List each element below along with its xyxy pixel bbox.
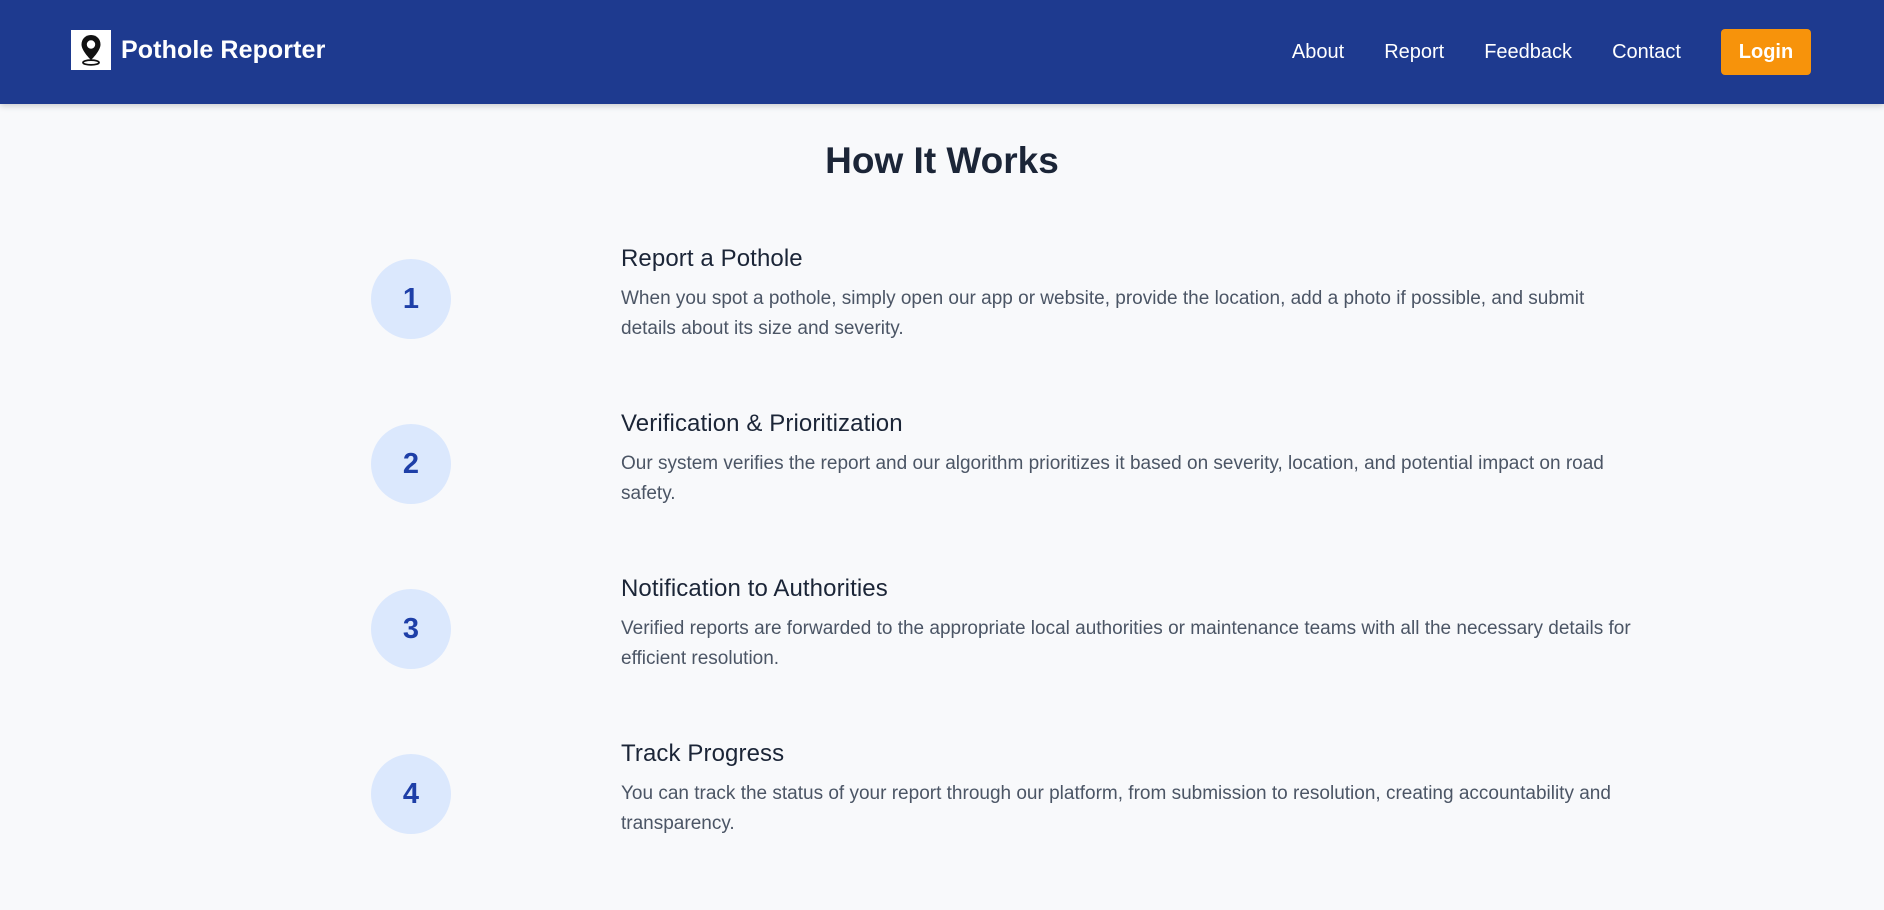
map-pin-icon: [71, 30, 111, 70]
nav-link-report[interactable]: Report: [1384, 41, 1444, 64]
step-item: 4 Track Progress You can track the statu…: [371, 739, 1641, 904]
brand-name: Pothole Reporter: [121, 35, 326, 64]
step-content: Track Progress You can track the status …: [621, 739, 1641, 839]
step-number-circle: 4: [371, 754, 451, 834]
step-number: 2: [402, 447, 420, 480]
step-title: Notification to Authorities: [621, 575, 888, 602]
step-description: Verified reports are forwarded to the ap…: [621, 618, 1631, 669]
steps-list: 1 Report a Pothole When you spot a potho…: [371, 244, 1641, 904]
step-item: 3 Notification to Authorities Verified r…: [371, 574, 1641, 739]
step-content: Report a Pothole When you spot a pothole…: [621, 244, 1641, 344]
step-content: Notification to Authorities Verified rep…: [621, 574, 1641, 674]
step-title: Track Progress: [621, 740, 785, 767]
nav-links: About Report Feedback Contact Login: [1292, 0, 1884, 104]
step-description: When you spot a pothole, simply open our…: [621, 288, 1585, 339]
step-item: 2 Verification & Prioritization Our syst…: [371, 409, 1641, 574]
login-button[interactable]: Login: [1721, 29, 1811, 75]
step-number: 4: [402, 777, 420, 810]
nav-link-about[interactable]: About: [1292, 41, 1344, 64]
step-title: Verification & Prioritization: [621, 410, 903, 437]
step-description: You can track the status of your report …: [621, 783, 1611, 834]
brand-link[interactable]: Pothole Reporter: [71, 30, 325, 70]
step-title: Report a Pothole: [621, 245, 803, 272]
section-title: How It Works: [825, 140, 1059, 181]
how-it-works-section: How It Works 1 Report a Pothole When you…: [0, 104, 1884, 910]
step-number-circle: 2: [371, 424, 451, 504]
step-number: 1: [402, 282, 420, 315]
step-number: 3: [402, 612, 420, 645]
step-number-circle: 1: [371, 259, 451, 339]
top-navbar: Pothole Reporter About Report Feedback C…: [0, 0, 1884, 104]
nav-link-feedback[interactable]: Feedback: [1484, 41, 1572, 64]
step-description: Our system verifies the report and our a…: [621, 453, 1604, 504]
step-item: 1 Report a Pothole When you spot a potho…: [371, 244, 1641, 409]
step-content: Verification & Prioritization Our system…: [621, 409, 1641, 509]
nav-link-contact[interactable]: Contact: [1612, 41, 1681, 64]
step-number-circle: 3: [371, 589, 451, 669]
